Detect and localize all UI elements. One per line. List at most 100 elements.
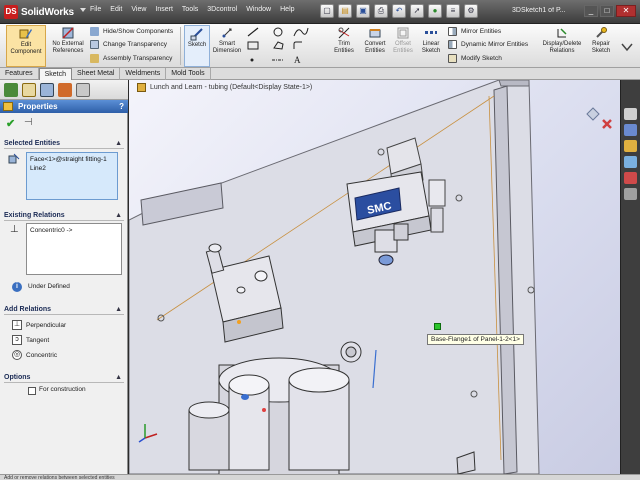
text-tool-icon[interactable]: A xyxy=(294,55,301,65)
linear-sketch-pattern-button[interactable]: Linear Sketch xyxy=(418,25,444,67)
menu-edit[interactable]: Edit xyxy=(110,6,122,13)
pushpin-icon[interactable]: ⊣ xyxy=(24,117,33,128)
display-manager-icon[interactable] xyxy=(76,83,90,97)
appearances-icon[interactable] xyxy=(624,172,637,184)
hide-show-icon xyxy=(90,27,99,36)
options-heading[interactable]: Options ▲ xyxy=(4,372,124,383)
display-delete-relations-button[interactable]: Display/Delete Relations xyxy=(538,25,586,67)
dimxpert-icon[interactable] xyxy=(58,83,72,97)
relation-tangent-button[interactable]: ↄ Tangent xyxy=(12,335,49,345)
selected-entities-heading[interactable]: Selected Entities ▲ xyxy=(4,138,124,149)
collapse-caret-icon[interactable]: ▲ xyxy=(115,304,122,315)
offset-entities-button[interactable]: Offset Entities xyxy=(392,25,414,67)
design-library-icon[interactable] xyxy=(624,124,637,136)
convert-entities-button[interactable]: Convert Entities xyxy=(360,25,390,67)
repair-sketch-button[interactable]: Repair Sketch xyxy=(588,25,614,67)
app-logo[interactable]: DS SolidWorks xyxy=(4,4,80,20)
print-icon[interactable]: ⎙ xyxy=(374,4,388,18)
collapse-caret-icon[interactable]: ▲ xyxy=(115,138,122,149)
exit-sketch-icon[interactable] xyxy=(586,107,600,121)
logo-dropdown-icon[interactable] xyxy=(80,8,86,12)
relation-perpendicular-button[interactable]: ⊥ Perpendicular xyxy=(12,320,66,330)
menu-help[interactable]: Help xyxy=(280,6,294,13)
ok-checkmark-icon[interactable]: ✔ xyxy=(6,117,15,130)
feature-tree-icon[interactable] xyxy=(4,83,18,97)
configuration-manager-icon[interactable] xyxy=(40,83,54,97)
menu-3dcontrol[interactable]: 3Dcontrol xyxy=(207,6,237,13)
open-folder-icon[interactable]: ▤ xyxy=(338,4,352,18)
spline-tool-icon[interactable] xyxy=(293,27,309,37)
list-item[interactable]: Concentric0 -> xyxy=(30,226,118,235)
definition-status: Under Defined xyxy=(28,283,70,290)
help-icon[interactable]: ? xyxy=(119,100,124,113)
undo-icon[interactable]: ↶ xyxy=(392,4,406,18)
modify-sketch-button[interactable]: Modify Sketch xyxy=(448,53,502,64)
menu-window[interactable]: Window xyxy=(246,6,271,13)
edit-component-button[interactable]: Edit Component xyxy=(6,25,46,67)
menu-bar: File Edit View Insert Tools 3Dcontrol Wi… xyxy=(90,6,304,13)
trim-entities-button[interactable]: Trim Entities xyxy=(330,25,358,67)
sketch-entity-tools[interactable]: A xyxy=(246,26,326,66)
menu-tools[interactable]: Tools xyxy=(182,6,198,13)
no-external-references-button[interactable]: No External References xyxy=(50,25,86,67)
assembly-model[interactable]: SMC xyxy=(129,80,620,474)
rebuild-icon[interactable]: ● xyxy=(428,4,442,18)
polygon-tool-icon[interactable] xyxy=(273,41,284,50)
panel-top-edge[interactable] xyxy=(498,80,530,87)
line-tool-icon[interactable] xyxy=(247,27,259,37)
new-document-icon[interactable]: ▢ xyxy=(320,4,334,18)
minimize-button[interactable]: _ xyxy=(584,5,598,17)
sketch-fillet-icon[interactable] xyxy=(293,41,302,49)
file-properties-icon[interactable]: ≡ xyxy=(446,4,460,18)
property-manager-icon[interactable] xyxy=(22,83,36,97)
confirmation-corner[interactable] xyxy=(585,106,615,130)
mirror-entities-button[interactable]: Mirror Entities xyxy=(448,26,501,37)
tab-weldments[interactable]: Weldments xyxy=(120,68,167,80)
existing-relations-list[interactable]: Concentric0 -> xyxy=(26,223,122,275)
solidworks-resources-icon[interactable] xyxy=(624,108,637,120)
list-item[interactable]: Face<1>@straight fitting-1 xyxy=(30,155,114,164)
graphics-area[interactable]: SMC Lunch and Learn - tubing (Default<Di… xyxy=(129,80,620,474)
select-pointer-icon[interactable]: ➚ xyxy=(410,4,424,18)
display-delete-relations-label: Display/Delete Relations xyxy=(542,41,582,54)
add-relations-heading[interactable]: Add Relations ▲ xyxy=(4,304,124,315)
offset-entities-label: Offset Entities xyxy=(393,41,413,54)
existing-relations-heading[interactable]: Existing Relations ▲ xyxy=(4,210,124,221)
collapse-caret-icon[interactable]: ▲ xyxy=(115,372,122,383)
custom-properties-icon[interactable] xyxy=(624,188,637,200)
change-transparency-button[interactable]: Change Transparency xyxy=(90,39,167,50)
view-palette-icon[interactable] xyxy=(624,156,637,168)
list-item[interactable]: Line2 xyxy=(30,164,114,173)
options-gear-icon[interactable]: ⚙ xyxy=(464,4,478,18)
tab-mold-tools[interactable]: Mold Tools xyxy=(166,68,211,80)
sketch-endpoint-marker[interactable] xyxy=(434,323,441,330)
circle-tool-icon[interactable] xyxy=(273,27,283,37)
save-icon[interactable]: ▣ xyxy=(356,4,370,18)
dynamic-mirror-button[interactable]: Dynamic Mirror Entities xyxy=(448,39,528,50)
sketch-button[interactable]: Sketch xyxy=(184,25,210,67)
rectangle-tool-icon[interactable] xyxy=(247,41,259,50)
menu-view[interactable]: View xyxy=(131,6,146,13)
relation-concentric-button[interactable]: ◎ Concentric xyxy=(12,350,57,360)
tab-sketch[interactable]: Sketch xyxy=(38,68,73,80)
menu-insert[interactable]: Insert xyxy=(155,6,173,13)
collapse-caret-icon[interactable]: ▲ xyxy=(115,210,122,221)
smart-dimension-button[interactable]: Smart Dimension xyxy=(212,25,242,67)
tab-features[interactable]: Features xyxy=(0,68,39,80)
mirror-icon xyxy=(448,27,457,36)
selected-entities-list[interactable]: Face<1>@straight fitting-1 Line2 xyxy=(26,152,118,200)
maximize-button[interactable]: □ xyxy=(600,5,614,17)
cancel-sketch-icon[interactable] xyxy=(602,119,612,129)
hide-show-components-button[interactable]: Hide/Show Components xyxy=(90,26,173,37)
selection-icon xyxy=(8,153,20,164)
tab-sheet-metal[interactable]: Sheet Metal xyxy=(72,68,121,80)
relations-icon xyxy=(557,28,567,38)
point-tool-icon[interactable] xyxy=(250,58,254,62)
for-construction-checkbox[interactable] xyxy=(28,387,36,395)
breadcrumb[interactable]: Lunch and Learn - tubing (Default<Displa… xyxy=(137,83,312,92)
menu-file[interactable]: File xyxy=(90,6,101,13)
close-button[interactable]: ✕ xyxy=(616,5,636,17)
assembly-transparency-button[interactable]: Assembly Transparency xyxy=(90,53,172,64)
command-manager-expand-icon[interactable] xyxy=(620,42,634,52)
file-explorer-icon[interactable] xyxy=(624,140,637,152)
